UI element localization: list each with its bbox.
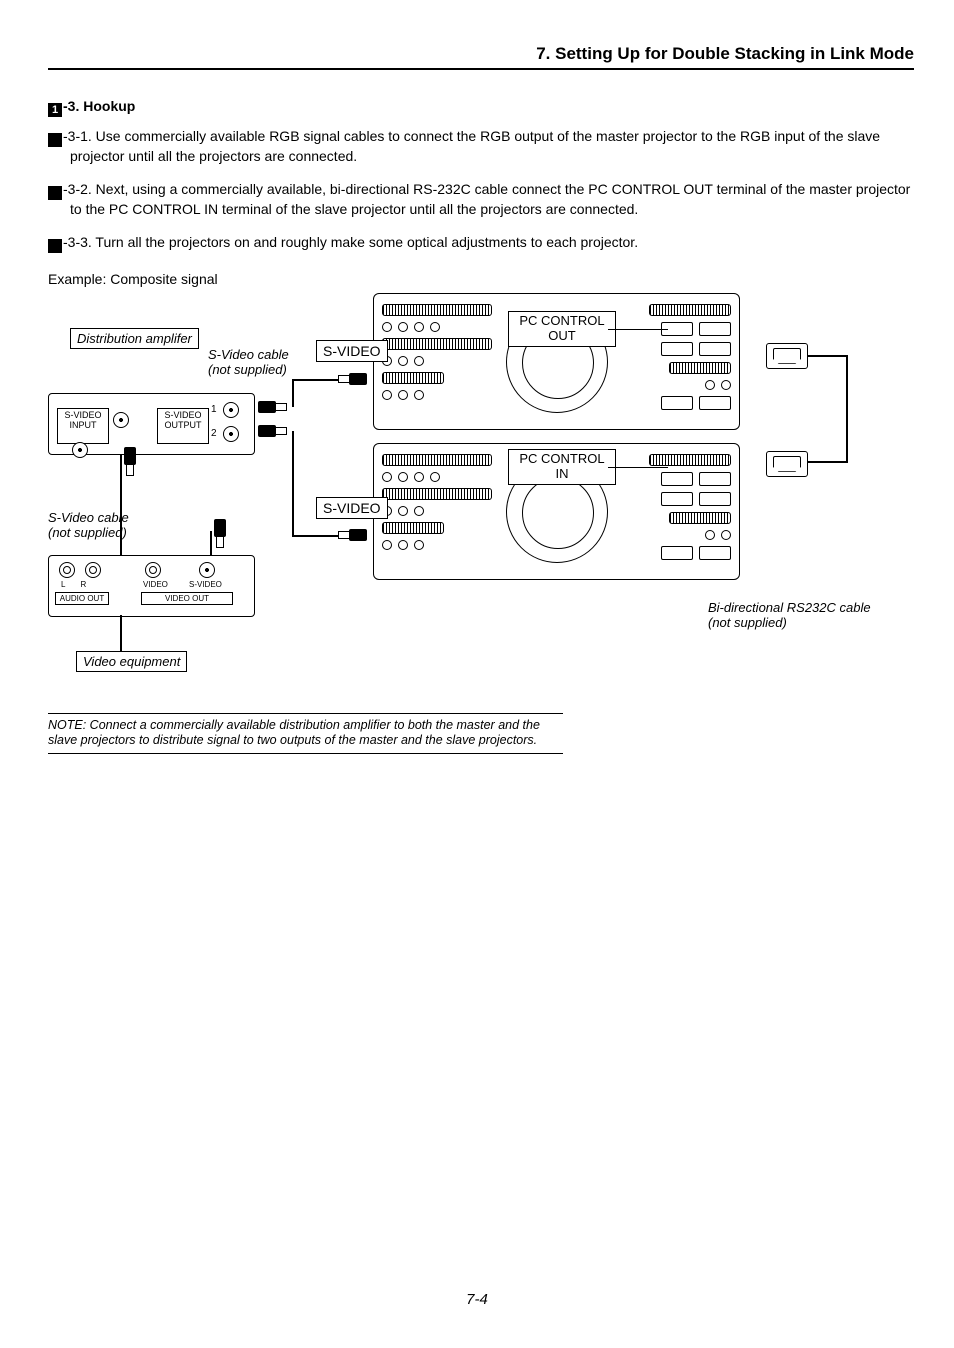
din-icon xyxy=(199,562,215,578)
para2-text: Next, using a commercially available, bi… xyxy=(70,181,910,217)
cable-plug-icon xyxy=(338,373,378,385)
svideo-cable-label-lower: S-Video cable (not supplied) xyxy=(48,511,129,541)
para2-lead: -3-2. xyxy=(63,181,92,197)
rs232-port-icon xyxy=(766,451,808,477)
example-label: Example: Composite signal xyxy=(48,271,914,287)
label-video: VIDEO xyxy=(143,580,168,589)
svideo-cable-label-upper: S-Video cable (not supplied) xyxy=(208,348,289,378)
cable-plug-icon xyxy=(338,529,378,541)
section-heading-text: -3. Hookup xyxy=(63,98,135,114)
cable-plug-icon xyxy=(214,519,226,559)
para1-num-box: 1 xyxy=(48,133,62,147)
paragraph-3: 1-3-3. Turn all the projectors on and ro… xyxy=(48,233,914,253)
para3-num-box: 1 xyxy=(48,239,62,253)
hookup-diagram: Distribution amplifer S-Video cable (not… xyxy=(48,293,913,693)
svideo-label-master: S-VIDEO xyxy=(316,340,388,362)
page-number: 7-4 xyxy=(0,1291,954,1308)
io-panel-left xyxy=(382,304,492,400)
para3-lead: -3-3. xyxy=(63,234,92,250)
page: 7. Setting Up for Double Stacking in Lin… xyxy=(0,0,954,1348)
jack-icon xyxy=(85,562,101,578)
para1-lead: -3-1. xyxy=(63,128,92,144)
video-equipment-box: L R AUDIO OUT VIDEO S-VIDEO VIDEO OUT xyxy=(48,555,255,617)
din-icon xyxy=(72,442,88,458)
jack-icon xyxy=(59,562,75,578)
din-icon xyxy=(223,402,239,418)
pc-control-out-label: PC CONTROL OUT xyxy=(508,311,616,347)
amp-svideo-input: S-VIDEO INPUT xyxy=(57,408,109,444)
svideo-label-slave: S-VIDEO xyxy=(316,497,388,519)
amp-output-1: 1 xyxy=(211,404,217,415)
cable-plug-icon xyxy=(124,447,136,487)
io-panel-right xyxy=(626,304,731,410)
section-number-box: 1 xyxy=(48,103,62,117)
paragraph-2: 1-3-2. Next, using a commercially availa… xyxy=(48,180,914,219)
amp-output-2: 2 xyxy=(211,428,217,439)
io-panel-left xyxy=(382,454,492,550)
label-r: R xyxy=(80,580,86,589)
label-svideo-small: S-VIDEO xyxy=(189,580,222,589)
distribution-amplifier-label: Distribution amplifer xyxy=(70,328,199,349)
audio-out-label: AUDIO OUT xyxy=(55,592,109,605)
paragraph-1: 1-3-1. Use commercially available RGB si… xyxy=(48,127,914,166)
note-text: NOTE: Connect a commercially available d… xyxy=(48,713,563,754)
pc-control-in-label: PC CONTROL IN xyxy=(508,449,616,485)
din-icon xyxy=(223,426,239,442)
jack-icon xyxy=(145,562,161,578)
page-title: 7. Setting Up for Double Stacking in Lin… xyxy=(48,44,914,70)
label-l: L xyxy=(61,580,65,589)
din-icon xyxy=(113,412,129,428)
io-panel-right xyxy=(626,454,731,560)
para2-num-box: 1 xyxy=(48,186,62,200)
amp-svideo-output: S-VIDEO OUTPUT xyxy=(157,408,209,444)
rs232-cable-label: Bi-directional RS232C cable (not supplie… xyxy=(708,601,871,631)
para1-text: Use commercially available RGB signal ca… xyxy=(70,128,880,164)
rs232-port-icon xyxy=(766,343,808,369)
distribution-amplifier-box: S-VIDEO INPUT S-VIDEO OUTPUT 1 2 xyxy=(48,393,255,455)
section-heading: 1-3. Hookup xyxy=(48,98,914,117)
video-equipment-label: Video equipment xyxy=(76,651,187,672)
para3-text: Turn all the projectors on and roughly m… xyxy=(92,234,638,250)
video-out-label: VIDEO OUT xyxy=(141,592,233,605)
